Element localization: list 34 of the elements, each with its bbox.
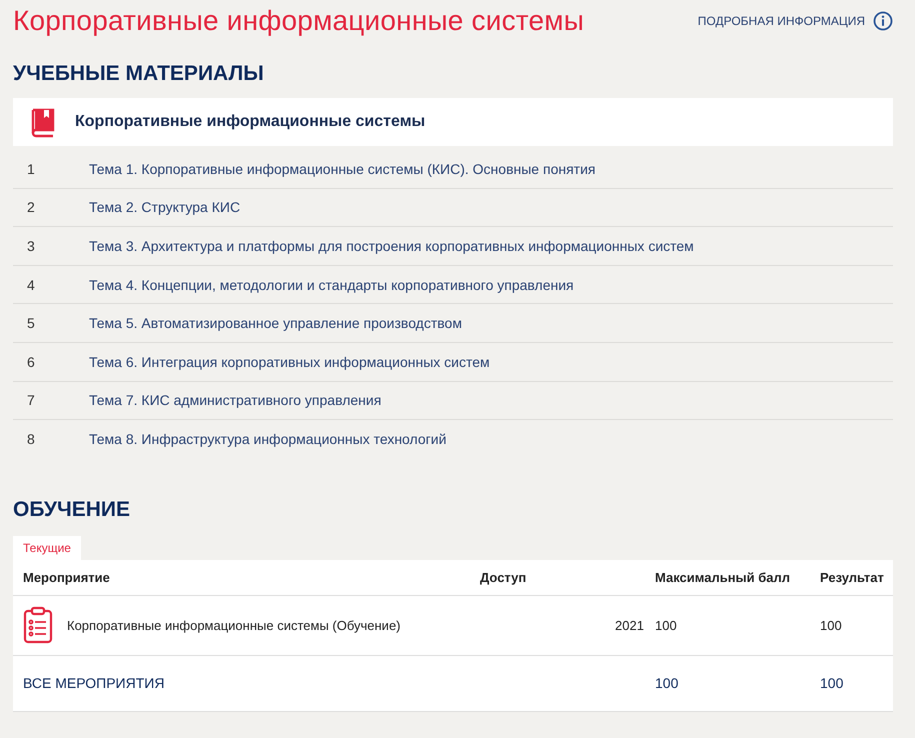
- total-result: 100: [820, 675, 844, 692]
- topic-link[interactable]: Тема 4. Концепции, методологии и стандарты корпоративного управления: [89, 276, 574, 293]
- event-name[interactable]: Корпоративные информационные системы (Обучение): [67, 618, 401, 633]
- info-link[interactable]: ПОДРОБНАЯ ИНФОРМАЦИЯ: [698, 14, 865, 28]
- tab[interactable]: Текущие: [13, 536, 81, 560]
- topic-link[interactable]: Тема 5. Автоматизированное управление производством: [89, 315, 462, 332]
- checklist-icon: [23, 606, 53, 644]
- column-header: Максимальный балл: [655, 570, 792, 585]
- column-header: Доступ: [480, 570, 528, 585]
- total-max-score: 100: [655, 675, 680, 692]
- topic-number: 7: [26, 392, 36, 408]
- section-heading: ОБУЧЕНИЕ: [13, 498, 131, 522]
- topic-number: 4: [26, 276, 36, 293]
- topic-link[interactable]: Тема 2. Структура КИС: [89, 199, 240, 216]
- topic-number: 3: [26, 238, 36, 254]
- topic-number: 1: [26, 160, 36, 177]
- max-score: 100: [655, 618, 678, 633]
- section-heading: УЧЕБНЫЕ МАТЕРИАЛЫ: [13, 62, 265, 86]
- topic-number: 6: [26, 354, 36, 370]
- topic-number: 2: [26, 199, 36, 216]
- topic-number: 5: [26, 315, 36, 332]
- result-score: 100: [820, 618, 843, 633]
- column-header: Мероприятие: [23, 570, 111, 585]
- topic-number: 8: [26, 430, 36, 447]
- topic-link[interactable]: Тема 6. Интеграция корпоративных информационных систем: [89, 354, 490, 370]
- total-label: ВСЕ МЕРОПРИЯТИЯ: [23, 675, 166, 692]
- topic-link[interactable]: Тема 7. КИС административного управления: [89, 392, 382, 408]
- topic-link[interactable]: Тема 8. Инфраструктура информационных технологий: [89, 430, 446, 447]
- access-date: 2021: [615, 618, 644, 633]
- page-title: Корпоративные информационные системы: [13, 5, 586, 37]
- topic-link[interactable]: Тема 1. Корпоративные информационные системы (КИС). Основные понятия: [89, 160, 596, 177]
- info-icon[interactable]: [873, 11, 893, 31]
- course-title: Корпоративные информационные системы: [75, 113, 426, 131]
- topic-link[interactable]: Тема 3. Архитектура и платформы для построения корпоративных информационных систем: [89, 238, 694, 254]
